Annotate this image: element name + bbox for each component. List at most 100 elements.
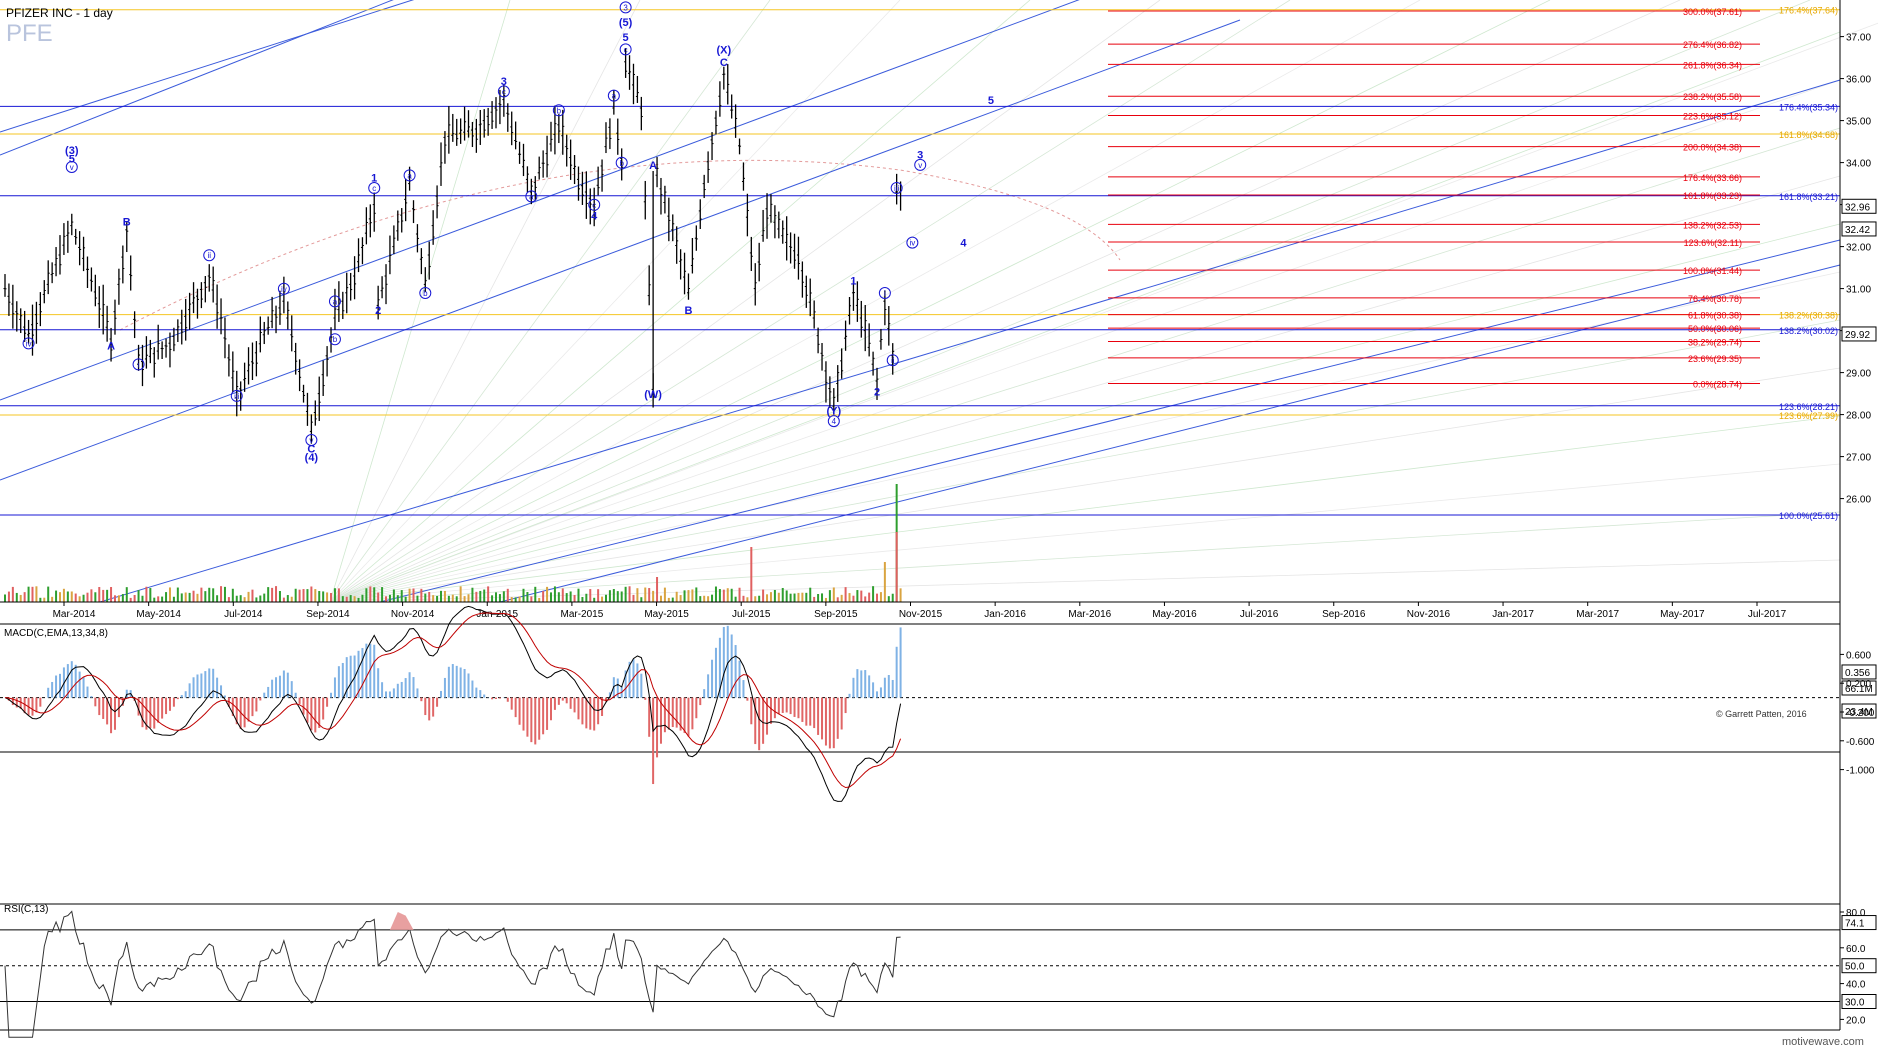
- volume-bar: [856, 590, 858, 602]
- volume-bar: [503, 591, 505, 602]
- price-label: 31.00: [1846, 285, 1871, 296]
- volume-bar: [742, 596, 744, 602]
- volume-bar: [31, 587, 33, 602]
- macd-histogram-bar: [153, 698, 155, 729]
- pfe-price-chart[interactable]: 176.4%(37.64)161.8%(34.68)138.2%(30.38)1…: [0, 0, 1878, 1048]
- volume-bar: [259, 596, 261, 602]
- volume-bar: [723, 590, 725, 602]
- macd-histogram-bar: [157, 698, 159, 723]
- volume-bar: [51, 597, 53, 602]
- volume-bar: [83, 595, 85, 602]
- macd-histogram-bar: [797, 698, 799, 719]
- volume-bar: [739, 588, 741, 602]
- rsi-tag: 74.1: [1845, 919, 1865, 930]
- volume-bar: [558, 592, 560, 602]
- rsi-axis-label: 20.0: [1846, 1015, 1866, 1026]
- macd-histogram-bar: [31, 698, 33, 716]
- macd-histogram-bar: [373, 645, 375, 698]
- macd-histogram-bar: [577, 698, 579, 720]
- volume-bar: [4, 594, 6, 602]
- volume-bar: [464, 596, 466, 602]
- volume-bar: [361, 595, 363, 602]
- macd-histogram-bar: [483, 695, 485, 698]
- macd-histogram-bar: [416, 688, 418, 697]
- macd-histogram-bar: [723, 627, 725, 698]
- wave-label: A: [649, 160, 657, 172]
- volume-bar: [680, 595, 682, 602]
- volume-bar: [860, 591, 862, 602]
- yellow-fib-label: 123.6%(27.99): [1779, 411, 1838, 421]
- macd-histogram-bar: [471, 681, 473, 698]
- macd-histogram-bar: [114, 698, 116, 730]
- macd-histogram-bar: [409, 672, 411, 697]
- macd-histogram-bar: [735, 645, 737, 698]
- macd-histogram-bar: [161, 698, 163, 719]
- volume-bar: [212, 588, 214, 602]
- macd-histogram-bar: [322, 698, 324, 720]
- macd-histogram-bar: [248, 698, 250, 722]
- rsi-title: RSI(C,13): [4, 904, 48, 915]
- wave-label: B: [123, 217, 131, 229]
- macd-histogram-bar: [593, 698, 595, 731]
- macd-histogram-bar: [519, 698, 521, 725]
- rsi-tag: 30.0: [1845, 998, 1865, 1009]
- volume-bar: [550, 592, 552, 602]
- macd-histogram-bar: [326, 698, 328, 707]
- volume-bar: [589, 589, 591, 602]
- volume-bar: [432, 595, 434, 602]
- motivewave-watermark: motivewave.com: [1782, 1036, 1864, 1048]
- red-fib-label: 50.0%(30.06): [1688, 324, 1742, 334]
- macd-histogram-bar: [189, 683, 191, 697]
- volume-bar: [90, 589, 92, 602]
- volume-bar: [71, 591, 73, 602]
- volume-bar: [605, 595, 607, 602]
- volume-bar: [377, 592, 379, 602]
- macd-histogram-bar: [534, 698, 536, 745]
- macd-histogram-bar: [538, 698, 540, 740]
- volume-bar: [165, 592, 167, 602]
- wave-label: 3: [623, 3, 628, 12]
- macd-histogram-bar: [707, 674, 709, 697]
- macd-axis-label: 0.600: [1846, 650, 1871, 661]
- macd-histogram-bar: [589, 698, 591, 730]
- macd-histogram-bar: [750, 698, 752, 725]
- macd-histogram-bar: [141, 698, 143, 728]
- volume-bar: [440, 591, 442, 602]
- macd-histogram-bar: [212, 669, 214, 698]
- wave-label: 1: [850, 275, 856, 287]
- volume-bar: [884, 562, 886, 602]
- volume-bar: [707, 596, 709, 602]
- macd-histogram-bar: [684, 698, 686, 733]
- volume-bar: [428, 592, 430, 602]
- volume-bar: [141, 596, 143, 602]
- volume-bar: [267, 587, 269, 602]
- macd-histogram-bar: [530, 698, 532, 743]
- macd-histogram-bar: [110, 698, 112, 734]
- volume-bar: [295, 589, 297, 602]
- wave-label: (W): [644, 389, 662, 401]
- volume-bar: [306, 589, 308, 602]
- macd-histogram-bar: [495, 698, 497, 699]
- date-label: May-2016: [1152, 609, 1197, 620]
- volume-bar: [181, 593, 183, 602]
- wave-label: 5: [988, 95, 994, 107]
- volume-bar: [727, 588, 729, 602]
- macd-histogram-bar: [664, 698, 666, 733]
- volume-bar: [617, 591, 619, 602]
- volume-bar: [837, 597, 839, 602]
- blue-fib-label: 123.6%(28.21): [1779, 402, 1838, 412]
- volume-bar: [255, 597, 257, 602]
- volume-bar: [43, 598, 45, 602]
- volume-bar: [778, 593, 780, 602]
- macd-histogram-bar: [703, 689, 705, 697]
- red-fib-label: 100.0%(31.44): [1683, 266, 1742, 276]
- macd-histogram-bar: [900, 627, 902, 697]
- volume-bar: [511, 597, 513, 602]
- volume-bar: [35, 586, 37, 602]
- macd-histogram-bar: [676, 698, 678, 728]
- volume-bar: [542, 591, 544, 602]
- volume-bar: [94, 592, 96, 602]
- volume-bar: [676, 592, 678, 602]
- price-label: 32.00: [1846, 243, 1871, 254]
- macd-histogram-bar: [405, 678, 407, 698]
